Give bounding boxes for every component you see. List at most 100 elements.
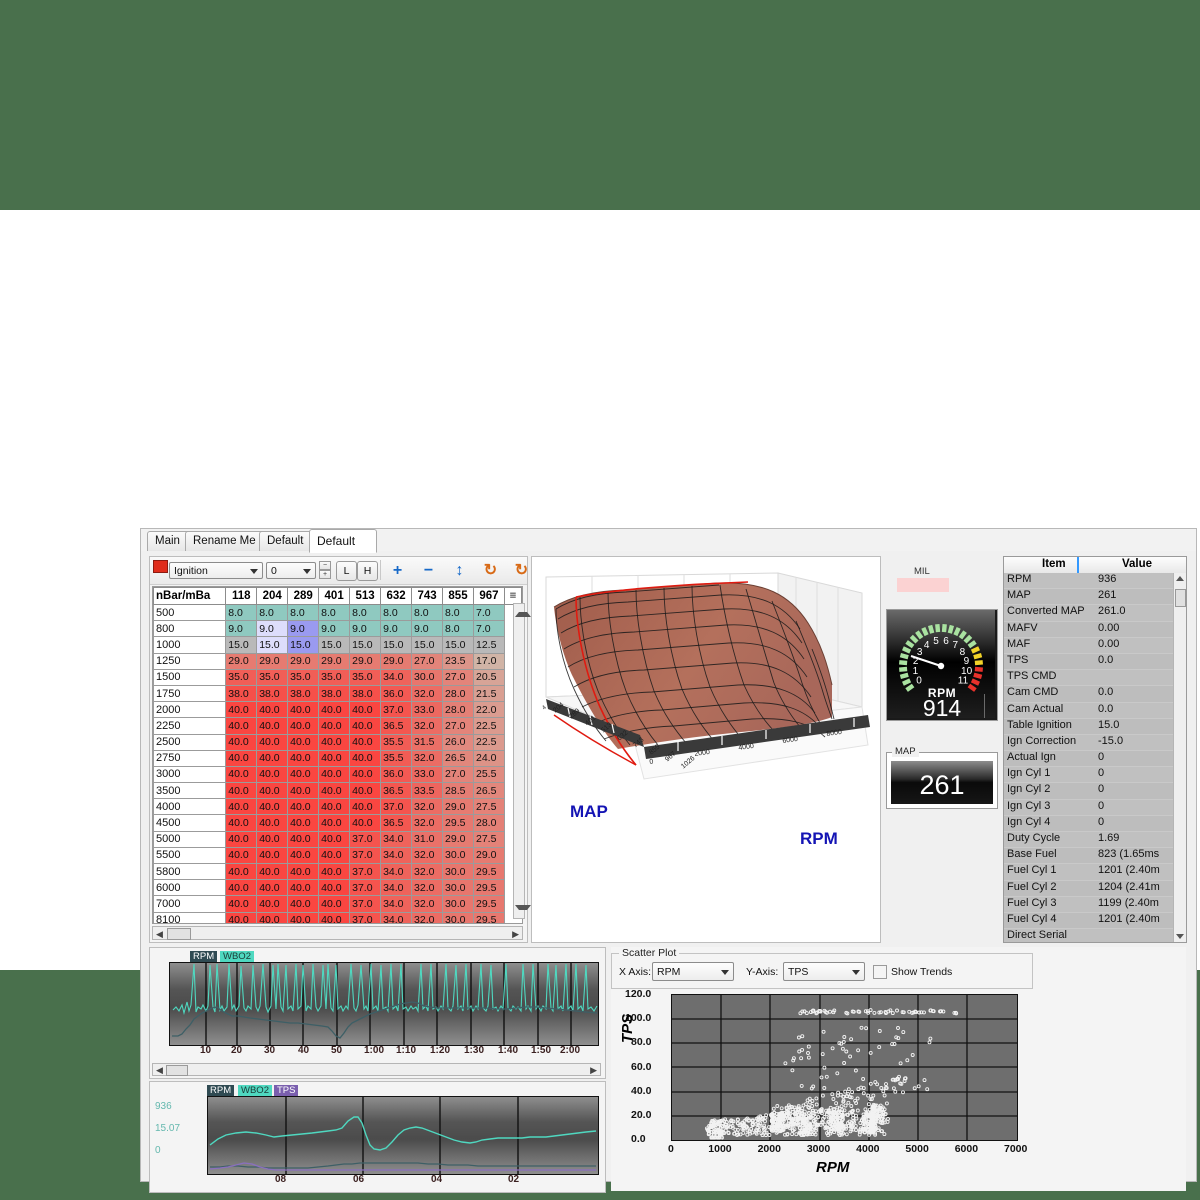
table-cell[interactable]: 32.0 xyxy=(411,814,444,832)
scroll-right-icon[interactable]: ▶ xyxy=(512,929,519,940)
vertical-arrows-icon[interactable]: ↕ xyxy=(450,561,469,580)
table-cell[interactable]: 34.0 xyxy=(380,895,413,913)
table-cell[interactable]: 27.5 xyxy=(472,798,506,816)
table-cell[interactable]: 32.0 xyxy=(411,684,444,703)
table-cell[interactable]: 40.0 xyxy=(349,798,382,816)
table-cell[interactable]: 34.0 xyxy=(380,879,413,897)
table-cell[interactable]: 40.0 xyxy=(349,814,382,832)
table-menu-icon[interactable]: ≡ xyxy=(504,587,522,605)
table-row[interactable]: 6000 40.0 40.0 40.0 40.0 37.0 34.0 32.0 30.0 29.5 xyxy=(153,879,522,897)
table-cell[interactable]: 40.0 xyxy=(287,782,320,800)
table-cell[interactable]: 37.0 xyxy=(349,830,382,848)
table-cell[interactable]: 40.0 xyxy=(287,879,320,897)
scroll-right-icon[interactable]: ▶ xyxy=(590,1065,597,1076)
table-cell[interactable]: 28.0 xyxy=(442,701,474,719)
table-cell[interactable]: 29.0 xyxy=(380,652,413,670)
table-row[interactable]: 8100 40.0 40.0 40.0 40.0 37.0 34.0 32.0 30.0 29.5 xyxy=(153,911,522,923)
table-cell[interactable]: 33.0 xyxy=(411,765,444,784)
table-row[interactable]: 4500 40.0 40.0 40.0 40.0 40.0 36.5 32.0 29.5 28.0 xyxy=(153,814,522,832)
table-cell[interactable]: 9.0 xyxy=(411,620,444,638)
table-row[interactable]: 2000 40.0 40.0 40.0 40.0 40.0 37.0 33.0 28.0 22.0 xyxy=(153,701,522,719)
table-cell[interactable]: 7.0 xyxy=(472,620,506,638)
table-cell[interactable]: 34.0 xyxy=(380,911,413,923)
table-cell[interactable]: 12.5 xyxy=(472,636,506,654)
data-list-row[interactable]: Fuel Cyl 2 1204 (2.41m xyxy=(1004,880,1174,897)
table-cell[interactable]: 40.0 xyxy=(225,765,258,784)
table-cell[interactable]: 38.0 xyxy=(287,684,320,703)
table-cell[interactable]: 32.0 xyxy=(411,717,444,735)
table-cell[interactable]: 7.0 xyxy=(472,603,506,622)
table-cell[interactable]: 9.0 xyxy=(287,620,320,638)
table-cell[interactable]: 15.0 xyxy=(256,636,289,654)
stepper-plus-icon[interactable]: + xyxy=(319,570,331,579)
table-cell[interactable]: 40.0 xyxy=(349,782,382,800)
table-cell[interactable]: 26.5 xyxy=(472,782,506,800)
table-cell[interactable]: 29.5 xyxy=(472,911,506,923)
table-cell[interactable]: 27.0 xyxy=(411,652,444,670)
table-cell[interactable]: 36.5 xyxy=(380,814,413,832)
table-cell[interactable]: 40.0 xyxy=(318,846,351,865)
table-cell[interactable]: 15.0 xyxy=(225,636,258,654)
table-cell[interactable]: 40.0 xyxy=(318,911,351,923)
table-row-header[interactable]: 5800 xyxy=(153,862,227,881)
table-cell[interactable]: 40.0 xyxy=(287,862,320,881)
table-cell[interactable]: 29.0 xyxy=(225,652,258,670)
table-row[interactable]: 5500 40.0 40.0 40.0 40.0 37.0 34.0 32.0 30.0 29.0 xyxy=(153,846,522,865)
table-row[interactable]: 3500 40.0 40.0 40.0 40.0 40.0 36.5 33.5 28.5 26.5 xyxy=(153,782,522,800)
show-trends-checkbox[interactable] xyxy=(873,965,887,979)
table-row[interactable]: 1500 35.0 35.0 35.0 35.0 35.0 34.0 30.0 27.0 20.5 xyxy=(153,668,522,686)
table-cell[interactable]: 40.0 xyxy=(349,701,382,719)
table-row[interactable]: 4000 40.0 40.0 40.0 40.0 40.0 37.0 32.0 29.0 27.5 xyxy=(153,798,522,816)
series-chip-tps[interactable]: TPS xyxy=(274,1085,299,1096)
table-cell[interactable]: 35.5 xyxy=(380,733,413,751)
add-icon[interactable]: + xyxy=(388,561,407,580)
table-cell[interactable]: 40.0 xyxy=(318,701,351,719)
live-graph-canvas[interactable] xyxy=(207,1096,599,1175)
table-cell[interactable]: 29.0 xyxy=(256,652,289,670)
table-row-header[interactable]: 1000 xyxy=(153,636,227,654)
refresh-person-icon[interactable]: ↻ xyxy=(512,561,531,580)
table-cell[interactable]: 40.0 xyxy=(256,701,289,719)
table-row-header[interactable]: 5000 xyxy=(153,830,227,848)
table-cell[interactable]: 9.0 xyxy=(318,620,351,638)
table-cell[interactable]: 15.0 xyxy=(287,636,320,654)
surface-plot-panel[interactable]: 4 204 289 401 513 632 743 855 967 1026 0 2000 4000… xyxy=(531,556,881,943)
scroll-thumb[interactable] xyxy=(1175,589,1186,607)
table-cell[interactable]: 32.0 xyxy=(411,879,444,897)
table-cell[interactable]: 34.0 xyxy=(380,830,413,848)
table-cell[interactable]: 37.0 xyxy=(349,862,382,881)
table-cell[interactable]: 29.0 xyxy=(442,830,474,848)
table-row[interactable]: 1750 38.0 38.0 38.0 38.0 38.0 36.0 32.0 28.0 21.5 xyxy=(153,684,522,703)
data-list-row[interactable]: MAFV 0.00 xyxy=(1004,621,1174,638)
table-cell[interactable]: 35.5 xyxy=(380,749,413,767)
index-select[interactable]: 0 xyxy=(266,562,316,579)
table-cell[interactable]: 31.5 xyxy=(411,733,444,751)
table-cell[interactable]: 40.0 xyxy=(225,701,258,719)
data-list-scrollbar[interactable] xyxy=(1173,573,1186,942)
data-list-row[interactable]: Cam Actual 0.0 xyxy=(1004,702,1174,719)
table-cell[interactable]: 30.0 xyxy=(442,911,474,923)
high-button[interactable]: H xyxy=(357,561,378,581)
table-cell[interactable]: 40.0 xyxy=(225,830,258,848)
table-cell[interactable]: 24.0 xyxy=(472,749,506,767)
data-list-row[interactable]: Ign Correction -15.0 xyxy=(1004,734,1174,752)
table-cell[interactable]: 37.0 xyxy=(349,846,382,865)
table-row-header[interactable]: 4000 xyxy=(153,798,227,816)
table-cell[interactable]: 37.0 xyxy=(349,911,382,923)
table-cell[interactable]: 40.0 xyxy=(256,911,289,923)
table-cell[interactable]: 33.5 xyxy=(411,782,444,800)
table-cell[interactable]: 25.5 xyxy=(472,765,506,784)
value-stepper[interactable]: − + xyxy=(319,561,331,580)
table-cell[interactable]: 40.0 xyxy=(225,749,258,767)
scroll-left-icon[interactable]: ◀ xyxy=(156,929,163,940)
table-row-header[interactable]: 3500 xyxy=(153,782,227,800)
table-cell[interactable]: 29.5 xyxy=(442,814,474,832)
table-cell[interactable]: 29.5 xyxy=(472,879,506,897)
table-cell[interactable]: 40.0 xyxy=(287,895,320,913)
table-cell[interactable]: 40.0 xyxy=(256,798,289,816)
table-cell[interactable]: 40.0 xyxy=(318,765,351,784)
table-cell[interactable]: 35.0 xyxy=(318,668,351,686)
table-cell[interactable]: 40.0 xyxy=(225,846,258,865)
series-chip-rpm[interactable]: RPM xyxy=(207,1085,235,1096)
table-cell[interactable]: 35.0 xyxy=(349,668,382,686)
